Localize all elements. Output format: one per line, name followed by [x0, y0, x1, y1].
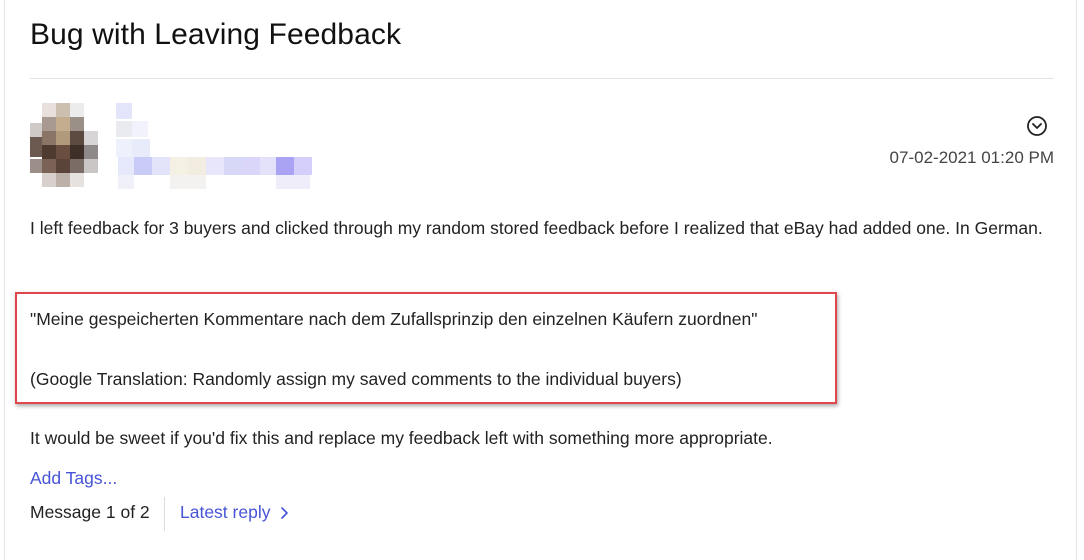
- latest-reply-link[interactable]: Latest reply: [180, 500, 290, 525]
- add-tags-link[interactable]: Add Tags...: [30, 468, 117, 489]
- latest-reply-label: Latest reply: [180, 502, 271, 522]
- quoted-german-text: "Meine gespeicherten Kommentare nach dem…: [30, 309, 758, 329]
- quoted-translation-text: (Google Translation: Randomly assign my …: [30, 369, 682, 389]
- post-options-icon[interactable]: [1026, 115, 1048, 137]
- title-divider: [30, 78, 1054, 79]
- message-count: Message 1 of 2: [30, 502, 150, 522]
- post-timestamp: 07-02-2021 01:20 PM: [889, 148, 1054, 167]
- post-title: Bug with Leaving Feedback: [30, 18, 402, 51]
- author-name-redacted[interactable]: [100, 103, 312, 189]
- post-paragraph: It would be sweet if you'd fix this and …: [30, 428, 773, 448]
- footer-divider: [164, 497, 165, 531]
- avatar[interactable]: [30, 103, 100, 189]
- post-paragraph: I left feedback for 3 buyers and clicked…: [30, 218, 1043, 238]
- post-card: [4, 0, 1077, 560]
- chevron-right-icon: [280, 504, 290, 525]
